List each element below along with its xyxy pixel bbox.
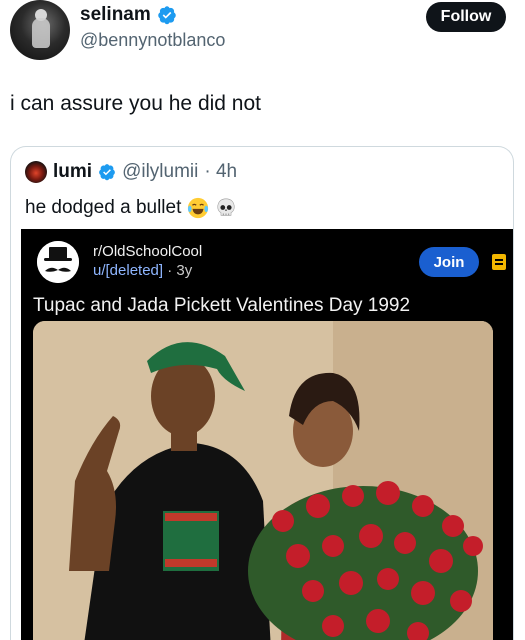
save-bookmark-icon[interactable] [491,253,507,271]
quote-author-name[interactable]: lumi [53,161,92,183]
reddit-age: · 3y [167,262,193,279]
quote-verified-badge-icon [99,164,115,181]
join-button[interactable]: Join [419,247,479,277]
quote-timestamp[interactable]: · 4h [204,161,237,183]
skull-emoji-icon [217,198,235,216]
subreddit-avatar[interactable] [37,241,79,283]
reddit-username[interactable]: u/[deleted] [93,262,163,279]
avatar[interactable] [10,0,70,60]
author-handle[interactable]: @bennynotblanco [80,30,225,51]
author-row: selinam [80,4,177,26]
post-header: selinam @bennynotblanco Follow [0,0,525,72]
subreddit-name[interactable]: r/OldSchoolCool [93,243,202,260]
post-photo[interactable] [33,321,493,640]
tweet-text: i can assure you he did not [10,92,261,115]
avatar-figure [32,18,50,48]
verified-badge-icon [158,6,176,25]
quote-text: he dodged a bullet [25,197,182,218]
quote-header: lumi @ilylumii · 4h [25,161,237,183]
tupac-jada-photo [33,321,493,640]
quote-author-handle[interactable]: @ilylumii [122,161,198,183]
quote-text-row: he dodged a bullet [25,197,237,219]
quote-tweet[interactable]: lumi @ilylumii · 4h he dodged a bullet r… [10,146,514,640]
author-name[interactable]: selinam [80,4,151,26]
reddit-meta: u/[deleted] · 3y [93,262,192,279]
laughing-crying-emoji-icon [188,197,209,219]
reddit-embed[interactable]: r/OldSchoolCool u/[deleted] · 3y Join Tu… [21,229,513,640]
follow-button[interactable]: Follow [426,2,506,32]
quote-avatar[interactable] [25,161,47,183]
top-hat-mustache-icon [37,241,79,283]
reddit-post-title[interactable]: Tupac and Jada Pickett Valentines Day 19… [33,295,410,317]
